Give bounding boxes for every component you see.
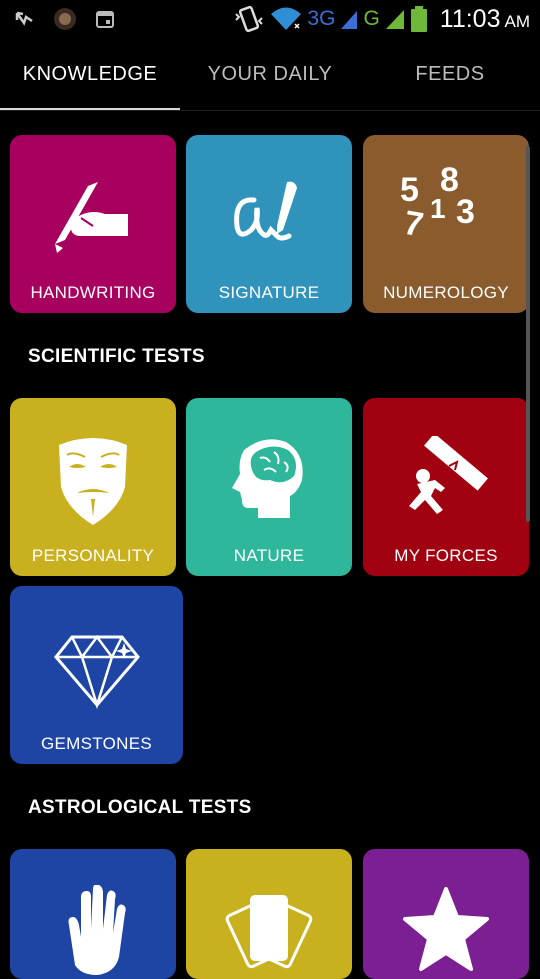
diamond-icon [53,634,140,709]
weight-person-icon [409,436,488,514]
tile-label: PERSONALITY [31,546,155,565]
notification-icons [14,6,116,32]
app-notification-icon [54,8,76,30]
signature-pen-icon [234,181,297,241]
mask-icon [59,438,127,525]
tab-bar: KNOWLEDGE YOUR DAILY FEEDS [0,38,540,111]
tile-numerology[interactable]: 5 8 7 1 3 NUMEROLOGY [363,135,529,313]
section-scientific-tests: SCIENTIFIC TESTS [28,346,205,367]
tile-gemstones[interactable]: GEMSTONES [10,586,183,764]
tile-my-forces[interactable]: MY FORCES [363,398,529,576]
section-astrological-tests: ASTROLOGICAL TESTS [28,797,252,818]
network-g-label: G [363,7,380,30]
tile-label: MY FORCES [394,546,498,565]
tile-label: NUMEROLOGY [383,283,509,302]
missed-call-icon [15,11,33,26]
tile-signature[interactable]: SIGNATURE [186,135,352,313]
status-bar: 3G G 11:03 AM [0,0,540,38]
tile-label: SIGNATURE [218,283,320,302]
network-3g-label: 3G [307,7,336,30]
tab-your-daily[interactable]: YOUR DAILY [180,38,360,110]
star-icon [403,887,489,971]
tab-feeds[interactable]: FEEDS [360,38,540,110]
brain-head-icon [232,439,303,518]
tab-divider [0,110,540,111]
scrollbar[interactable] [526,146,530,522]
tile-personality[interactable]: PERSONALITY [10,398,176,576]
digit: 3 [456,193,475,231]
palm-hand-icon [68,885,126,975]
signal-3g-icon [341,11,358,29]
wifi-icon [271,7,302,30]
tarot-cards-icon [225,895,313,969]
status-clock: 11:03 AM [439,4,530,33]
battery-icon [410,6,427,32]
signal-g-icon [385,10,404,29]
tile-label: GEMSTONES [40,734,153,753]
calendar-icon [96,11,114,28]
tile-label: HANDWRITING [30,283,156,302]
tab-knowledge[interactable]: KNOWLEDGE [0,38,180,111]
vibrate-icon [235,5,264,33]
tile-label: NATURE [233,546,305,565]
system-icons: 3G G 11:03 AM [233,4,530,34]
tile-handwriting[interactable]: HANDWRITING [10,135,176,313]
handwriting-hand-icon [55,182,128,253]
numerology-digits-icon: 5 8 7 1 3 [396,161,496,253]
tile-nature[interactable]: NATURE [186,398,352,576]
digit: 1 [430,193,446,224]
